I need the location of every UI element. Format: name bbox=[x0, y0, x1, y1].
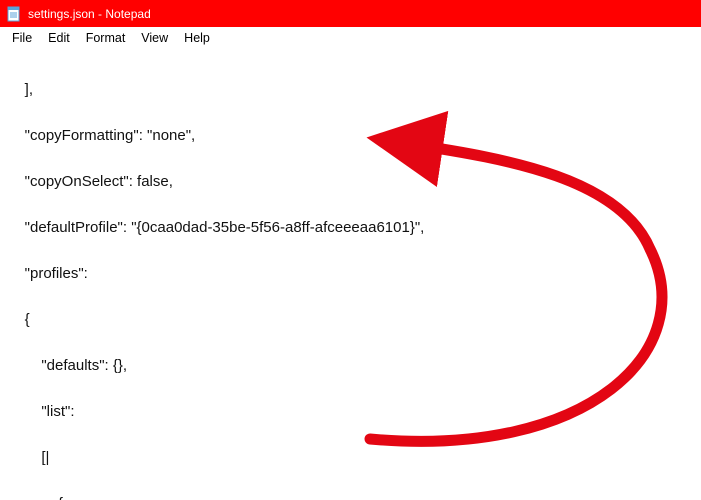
menu-file[interactable]: File bbox=[4, 29, 40, 47]
window-title: settings.json - Notepad bbox=[28, 7, 151, 21]
menu-edit[interactable]: Edit bbox=[40, 29, 78, 47]
code-line: "list": bbox=[8, 400, 691, 423]
code-line: { bbox=[8, 492, 691, 500]
titlebar: settings.json - Notepad bbox=[0, 0, 701, 27]
menu-view[interactable]: View bbox=[133, 29, 176, 47]
code-line: "profiles": bbox=[8, 262, 691, 285]
code-line: "defaultProfile": "{0caa0dad-35be-5f56-a… bbox=[8, 216, 691, 239]
menu-help[interactable]: Help bbox=[176, 29, 218, 47]
menu-format[interactable]: Format bbox=[78, 29, 134, 47]
code-line: "copyOnSelect": false, bbox=[8, 170, 691, 193]
code-line: ], bbox=[8, 78, 691, 101]
menubar: File Edit Format View Help bbox=[0, 27, 701, 49]
code-line: "defaults": {}, bbox=[8, 354, 691, 377]
notepad-icon bbox=[6, 6, 22, 22]
text-editor[interactable]: ], "copyFormatting": "none", "copyOnSele… bbox=[0, 49, 701, 500]
code-line: [| bbox=[8, 446, 691, 469]
code-line: "copyFormatting": "none", bbox=[8, 124, 691, 147]
code-line: { bbox=[8, 308, 691, 331]
